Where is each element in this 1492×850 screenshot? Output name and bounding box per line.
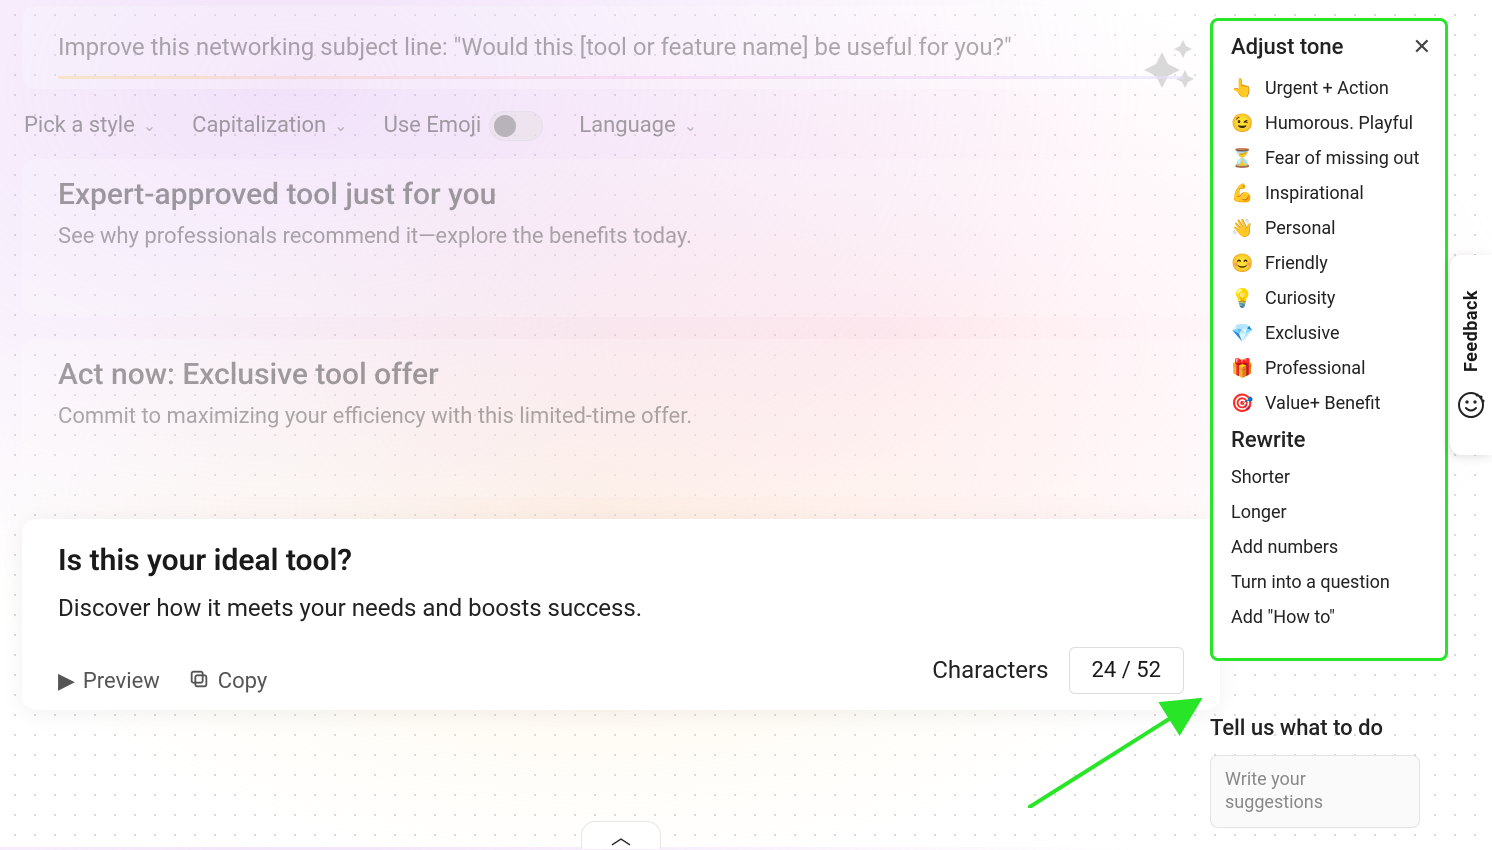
tone-label: Fear of missing out	[1265, 148, 1419, 169]
tone-option[interactable]: 😊 Friendly	[1231, 253, 1427, 274]
copy-label: Copy	[218, 669, 268, 694]
chevron-down-icon: ⌄	[684, 116, 697, 135]
tone-emoji-icon: 🎯	[1231, 393, 1253, 414]
characters-label: Characters	[932, 656, 1048, 684]
emoji-toggle[interactable]	[489, 111, 543, 141]
expand-up-button[interactable]: ︿	[581, 821, 661, 849]
preview-button[interactable]: ▶ Preview	[58, 669, 160, 694]
language-dropdown[interactable]: Language ⌄	[579, 113, 697, 138]
focus-title: Is this your ideal tool?	[58, 543, 1184, 578]
tone-emoji-icon: 🎁	[1231, 358, 1253, 379]
tone-option[interactable]: 👋 Personal	[1231, 218, 1427, 239]
rewrite-option[interactable]: Longer	[1231, 502, 1427, 523]
tone-label: Curiosity	[1265, 288, 1335, 309]
tone-label: Friendly	[1265, 253, 1328, 274]
language-label: Language	[579, 113, 675, 138]
pick-style-dropdown[interactable]: Pick a style ⌄	[24, 113, 156, 138]
chevron-down-icon: ⌄	[334, 116, 347, 135]
chevron-down-icon: ⌄	[143, 116, 156, 135]
rewrite-list: Shorter Longer Add numbers Turn into a ques…	[1231, 467, 1427, 628]
smile-face-icon	[1456, 390, 1486, 420]
tone-emoji-icon: 👋	[1231, 218, 1253, 239]
tone-emoji-icon: 👆	[1231, 78, 1253, 99]
rewrite-title: Rewrite	[1231, 428, 1427, 453]
use-emoji-label: Use Emoji	[384, 113, 482, 138]
result-card[interactable]: Act now: Exclusive tool offer Commit to …	[22, 339, 1220, 497]
tone-list: 👆 Urgent + Action 😉 Humorous. Playful ⏳ Fear …	[1231, 78, 1427, 414]
tone-option[interactable]: 👆 Urgent + Action	[1231, 78, 1427, 99]
result-title: Expert-approved tool just for you	[58, 177, 1184, 212]
copy-button[interactable]: Copy	[188, 668, 268, 696]
rewrite-option[interactable]: Turn into a question	[1231, 572, 1427, 593]
feedback-tab[interactable]: Feedback	[1450, 255, 1492, 455]
character-count-area: Characters 24 / 52	[932, 647, 1184, 694]
tone-option[interactable]: 🎁 Professional	[1231, 358, 1427, 379]
capitalization-label: Capitalization	[192, 113, 326, 138]
close-icon[interactable]: ✕	[1413, 35, 1431, 60]
tone-emoji-icon: ⏳	[1231, 148, 1253, 169]
result-title: Act now: Exclusive tool offer	[58, 357, 1184, 392]
tone-option[interactable]: ⏳ Fear of missing out	[1231, 148, 1427, 169]
tone-label: Personal	[1265, 218, 1336, 239]
tone-emoji-icon: 😊	[1231, 253, 1253, 274]
chevron-up-icon: ︿	[611, 821, 631, 850]
rewrite-option[interactable]: Shorter	[1231, 467, 1427, 488]
tone-label: Exclusive	[1265, 323, 1340, 344]
feedback-label: Feedback	[1461, 290, 1482, 372]
prompt-box[interactable]: Improve this networking subject line: "W…	[22, 6, 1220, 89]
suggestions-input[interactable]: Write your suggestions	[1210, 755, 1420, 828]
tone-emoji-icon: 💪	[1231, 183, 1253, 204]
capitalization-dropdown[interactable]: Capitalization ⌄	[192, 113, 347, 138]
use-emoji-toggle-group: Use Emoji	[384, 111, 544, 141]
rewrite-option[interactable]: Add "How to"	[1231, 607, 1427, 628]
tone-option[interactable]: 💎 Exclusive	[1231, 323, 1427, 344]
options-row: Pick a style ⌄ Capitalization ⌄ Use Emoj…	[12, 105, 1230, 159]
tone-emoji-icon: 💡	[1231, 288, 1253, 309]
tone-option[interactable]: 💡 Curiosity	[1231, 288, 1427, 309]
tone-option[interactable]: 🎯 Value+ Benefit	[1231, 393, 1427, 414]
tell-us-section: Tell us what to do Write your suggestion…	[1210, 716, 1448, 828]
tone-emoji-icon: 😉	[1231, 113, 1253, 134]
focus-subtitle: Discover how it meets your needs and boo…	[58, 594, 1184, 622]
result-subtitle: See why professionals recommend it—explo…	[58, 224, 1184, 249]
focus-result-card[interactable]: Is this your ideal tool? Discover how it…	[22, 519, 1220, 710]
tone-label: Humorous. Playful	[1265, 113, 1413, 134]
adjust-tone-title: Adjust tone	[1231, 35, 1427, 60]
tone-label: Value+ Benefit	[1265, 393, 1380, 414]
adjust-panel: ✕ Adjust tone 👆 Urgent + Action 😉 Humorous.…	[1210, 18, 1448, 661]
play-icon: ▶	[58, 669, 75, 694]
prompt-text: Improve this networking subject line: "W…	[58, 33, 1012, 61]
tone-emoji-icon: 💎	[1231, 323, 1253, 344]
rewrite-option[interactable]: Add numbers	[1231, 537, 1427, 558]
result-subtitle: Commit to maximizing your efficiency wit…	[58, 404, 1184, 429]
result-card[interactable]: Expert-approved tool just for you See wh…	[22, 159, 1220, 317]
tone-label: Professional	[1265, 358, 1365, 379]
characters-value: 24 / 52	[1069, 647, 1184, 694]
copy-icon	[188, 668, 210, 696]
sparkle-icon[interactable]	[1136, 36, 1198, 92]
prompt-underline	[58, 76, 1184, 79]
tone-option[interactable]: 💪 Inspirational	[1231, 183, 1427, 204]
tone-label: Urgent + Action	[1265, 78, 1389, 99]
tone-option[interactable]: 😉 Humorous. Playful	[1231, 113, 1427, 134]
tell-us-title: Tell us what to do	[1210, 716, 1448, 741]
tone-label: Inspirational	[1265, 183, 1364, 204]
preview-label: Preview	[83, 669, 160, 694]
pick-style-label: Pick a style	[24, 113, 135, 138]
